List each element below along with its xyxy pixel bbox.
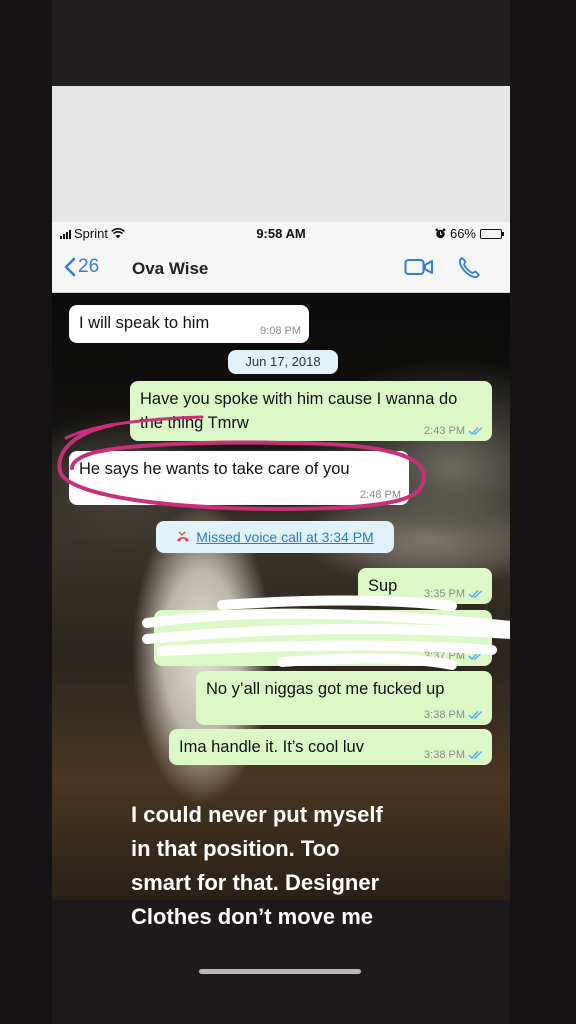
story-background-left (0, 0, 52, 1024)
message-time: 3:38 PM (424, 749, 465, 761)
read-ticks-icon (468, 750, 483, 760)
chevron-left-icon (64, 257, 76, 277)
caption-line: smart for that. Designer (131, 870, 380, 895)
story-background-right (510, 0, 576, 1024)
message-outgoing: Have you spoke with him cause I wanna do… (130, 381, 492, 441)
battery-icon (480, 228, 504, 239)
message-outgoing: No y’all niggas got me fucked up 3:38 PM (196, 671, 492, 725)
chat-screenshot: Sprint 9:58 AM 66% 26 Ova Wise I will sp… (52, 86, 510, 900)
message-text: Sup (368, 577, 398, 595)
message-status: 3:38 PM (424, 709, 484, 721)
contact-name[interactable]: Ova Wise (132, 259, 208, 279)
read-ticks-icon (468, 589, 483, 599)
back-count: 26 (78, 256, 100, 277)
message-status: 3:37 PM (424, 650, 484, 662)
message-text: He says he wants to take care of you (79, 460, 350, 478)
battery-info: 66% (435, 226, 504, 241)
message-text: Ima handle it. It’s cool luv (179, 738, 364, 756)
battery-percent: 66% (449, 226, 476, 241)
voice-call-button[interactable] (457, 256, 481, 285)
message-text: I will speak to him (79, 314, 210, 332)
message-incoming: He says he wants to take care of you 2:4… (69, 451, 409, 505)
message-time: 2:43 PM (424, 425, 465, 437)
message-outgoing: Ima handle it. It’s cool luv 3:38 PM (169, 729, 492, 765)
message-status: 3:35 PM (424, 588, 484, 600)
story-background-top (52, 0, 510, 86)
message-text: Have you spoke with him cause I wanna do… (140, 390, 458, 432)
date-separator: Jun 17, 2018 (228, 350, 338, 374)
read-ticks-icon (468, 426, 483, 436)
caption-line: Clothes don’t move me (131, 904, 374, 929)
caption-line: in that position. Too (131, 836, 340, 861)
message-outgoing-redacted: 3:37 PM (154, 610, 492, 666)
missed-call-icon (177, 531, 190, 542)
message-text: No y’all niggas got me fucked up (206, 680, 445, 698)
message-time: 9:08 PM (260, 325, 301, 337)
video-camera-icon (404, 259, 433, 275)
message-incoming: I will speak to him 9:08 PM (69, 305, 309, 343)
missed-call-notice[interactable]: Missed voice call at 3:34 PM (156, 521, 394, 553)
message-time: 3:37 PM (424, 650, 465, 662)
message-time: 3:38 PM (424, 709, 465, 721)
home-indicator[interactable] (199, 969, 361, 974)
read-ticks-icon (468, 651, 483, 661)
missed-call-text: Missed voice call at 3:34 PM (196, 529, 374, 545)
status-bar: Sprint 9:58 AM 66% (52, 222, 510, 244)
redaction-dot (509, 630, 510, 636)
caption-line: I could never put myself (131, 802, 383, 827)
story-caption: I could never put myself in that positio… (131, 798, 471, 934)
back-button[interactable]: 26 (64, 256, 99, 278)
phone-icon (458, 257, 480, 279)
message-status: 3:38 PM (424, 749, 484, 761)
message-time: 2:48 PM (360, 489, 401, 501)
message-time: 3:35 PM (424, 588, 465, 600)
message-outgoing: Sup 3:35 PM (358, 568, 492, 604)
alarm-icon (435, 228, 446, 239)
screenshot-blank-area (52, 86, 510, 222)
read-ticks-icon (468, 710, 483, 720)
message-status: 2:43 PM (424, 425, 484, 437)
chat-header: 26 Ova Wise (52, 244, 510, 293)
video-call-button[interactable] (404, 257, 434, 282)
